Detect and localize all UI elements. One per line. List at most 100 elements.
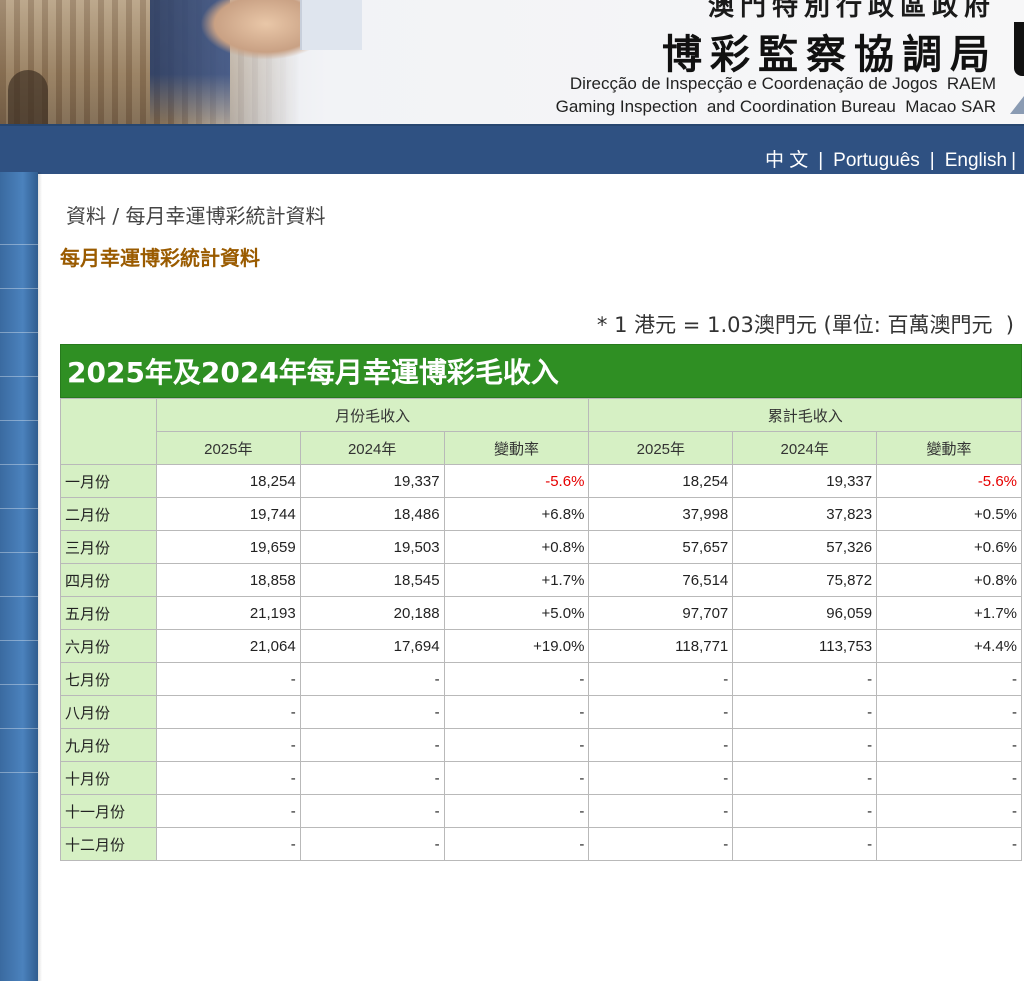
table-row: 八月份 - - - - - -	[60, 695, 1022, 729]
cell-monthly-2024: -	[299, 761, 445, 795]
cell-monthly-change: +0.8%	[443, 530, 590, 564]
language-separator: |	[929, 150, 935, 171]
cell-cumulative-2025: -	[588, 761, 734, 795]
cell-cumulative-2025: -	[588, 728, 734, 762]
cell-cumulative-2024: 96,059	[732, 596, 878, 630]
table-row: 四月份 18,858 18,545 +1.7% 76,514 75,872 +0.8%	[60, 563, 1022, 597]
table-row: 七月份 - - - - - -	[60, 662, 1022, 696]
cell-cumulative-2024: 19,337	[732, 464, 878, 498]
bureau-name-portuguese: Direcção de Inspecção e Coordenação de J…	[569, 74, 996, 93]
bureau-name-chinese: 博彩監察協調局	[662, 31, 998, 78]
cell-monthly-2025: 21,064	[155, 629, 301, 663]
cell-monthly-2024: -	[299, 695, 445, 729]
content-shadow	[38, 172, 42, 981]
cell-monthly-2025: -	[155, 794, 301, 828]
banner-logo-edge	[1014, 22, 1024, 76]
table-row: 十二月份 - - - - - -	[60, 827, 1022, 861]
cell-cumulative-change: -	[876, 827, 1022, 861]
month-label: 八月份	[60, 695, 157, 729]
cell-cumulative-2025: -	[588, 662, 734, 696]
language-bar: 中 文 | Português | English |	[0, 124, 1024, 174]
table-row: 二月份 19,744 18,486 +6.8% 37,998 37,823 +0.5%	[60, 497, 1022, 531]
cell-monthly-change: -	[443, 695, 590, 729]
cell-monthly-change: -	[443, 827, 590, 861]
cell-cumulative-change: +1.7%	[876, 596, 1022, 630]
cell-cumulative-change: -	[876, 695, 1022, 729]
banner-corner-decoration	[1010, 96, 1024, 114]
table-row: 十月份 - - - - - -	[60, 761, 1022, 795]
col-header-monthly-change: 變動率	[443, 431, 590, 465]
cell-monthly-2025: 18,858	[155, 563, 301, 597]
sidebar-menu[interactable]	[0, 172, 38, 981]
month-label: 二月份	[60, 497, 157, 531]
language-link-portuguese[interactable]: Português	[833, 150, 920, 171]
col-header-monthly-2024: 2024年	[299, 431, 445, 465]
table-row: 六月份 21,064 17,694 +19.0% 118,771 113,753 +4.4%	[60, 629, 1022, 663]
cell-cumulative-2025: -	[588, 827, 734, 861]
table-group-header-row: 月份毛收入 累計毛收入	[60, 398, 1022, 465]
month-label: 七月份	[60, 662, 157, 696]
month-label: 四月份	[60, 563, 157, 597]
sidebar-divider	[0, 420, 38, 421]
cell-cumulative-2025: 76,514	[588, 563, 734, 597]
cell-cumulative-2024: 75,872	[732, 563, 878, 597]
cell-cumulative-2024: -	[732, 728, 878, 762]
cell-monthly-2025: -	[155, 761, 301, 795]
sidebar-divider	[0, 772, 38, 773]
cell-cumulative-2024: -	[732, 794, 878, 828]
table-row: 五月份 21,193 20,188 +5.0% 97,707 96,059 +1.7%	[60, 596, 1022, 630]
cell-monthly-2024: 20,188	[299, 596, 445, 630]
sidebar-divider	[0, 508, 38, 509]
page-title: 每月幸運博彩統計資料	[60, 246, 260, 270]
sidebar-divider	[0, 288, 38, 289]
language-links: 中 文 | Português | English |	[765, 145, 1016, 172]
col-header-cumulative-2025: 2025年	[588, 431, 734, 465]
month-label: 五月份	[60, 596, 157, 630]
language-link-chinese[interactable]: 中 文	[765, 150, 808, 171]
cell-monthly-2024: 19,503	[299, 530, 445, 564]
sidebar-divider	[0, 640, 38, 641]
cell-monthly-change: -5.6%	[443, 464, 590, 498]
group-header-monthly: 月份毛收入	[155, 398, 590, 432]
cell-monthly-2024: -	[299, 728, 445, 762]
month-label: 十月份	[60, 761, 157, 795]
cell-monthly-2024: 18,545	[299, 563, 445, 597]
cell-cumulative-2024: -	[732, 827, 878, 861]
cell-monthly-change: -	[443, 794, 590, 828]
sidebar-divider	[0, 684, 38, 685]
cell-monthly-2025: 21,193	[155, 596, 301, 630]
banner-handshake-image	[200, 0, 310, 60]
banner-arch-detail	[8, 70, 48, 124]
cell-cumulative-2024: -	[732, 761, 878, 795]
table-row: 三月份 19,659 19,503 +0.8% 57,657 57,326 +0.6%	[60, 530, 1022, 564]
month-label: 十二月份	[60, 827, 157, 861]
cell-monthly-2024: -	[299, 794, 445, 828]
banner-shirt-cuff	[300, 0, 362, 50]
sidebar-divider	[0, 244, 38, 245]
cell-monthly-change: +6.8%	[443, 497, 590, 531]
sidebar-divider	[0, 596, 38, 597]
cell-cumulative-change: -	[876, 662, 1022, 696]
month-label: 三月份	[60, 530, 157, 564]
month-label: 十一月份	[60, 794, 157, 828]
cell-cumulative-2024: 113,753	[732, 629, 878, 663]
cell-cumulative-change: +0.8%	[876, 563, 1022, 597]
cell-cumulative-2025: 118,771	[588, 629, 734, 663]
cell-monthly-change: -	[443, 728, 590, 762]
month-label: 六月份	[60, 629, 157, 663]
cell-monthly-2024: 18,486	[299, 497, 445, 531]
sidebar-divider	[0, 464, 38, 465]
exchange-rate-note: * 1 港元 = 1.03澳門元 (單位: 百萬澳門元 )	[596, 313, 1014, 337]
cell-cumulative-2025: 37,998	[588, 497, 734, 531]
breadcrumb: 資料 / 每月幸運博彩統計資料	[66, 204, 326, 228]
col-header-cumulative-change: 變動率	[876, 431, 1022, 465]
table-row: 十一月份 - - - - - -	[60, 794, 1022, 828]
government-name: 澳門特別行政區政府	[707, 0, 996, 22]
sidebar-divider	[0, 728, 38, 729]
language-link-english[interactable]: English	[945, 150, 1007, 171]
table-row: 九月份 - - - - - -	[60, 728, 1022, 762]
col-header-monthly-2025: 2025年	[155, 431, 301, 465]
cell-monthly-2025: -	[155, 662, 301, 696]
col-header-cumulative-2024: 2024年	[732, 431, 878, 465]
cell-cumulative-2025: 18,254	[588, 464, 734, 498]
